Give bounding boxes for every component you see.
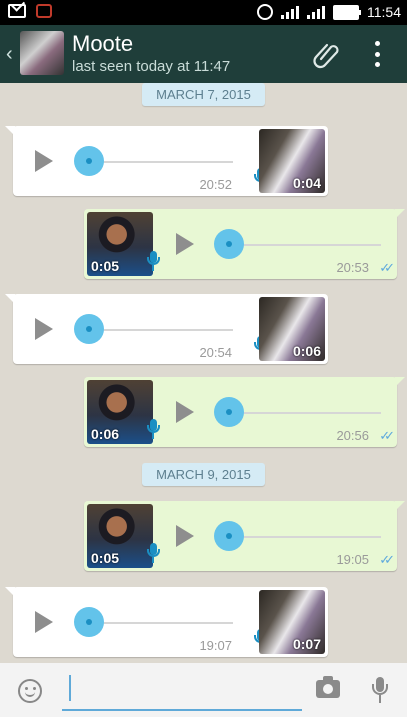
- status-bar: 11:54: [0, 0, 407, 25]
- play-icon[interactable]: [176, 525, 194, 547]
- chat-header: ‹ Moote last seen today at 11:47: [0, 25, 407, 83]
- voice-duration: 0:07: [292, 636, 321, 652]
- voice-message-incoming[interactable]: 20:54 0:06: [5, 294, 328, 364]
- message-time: 20:53: [336, 260, 369, 275]
- play-icon[interactable]: [35, 611, 53, 633]
- seek-track[interactable]: [226, 412, 381, 414]
- message-time: 20:54: [199, 345, 232, 360]
- play-icon[interactable]: [35, 150, 53, 172]
- overflow-menu-icon[interactable]: [372, 41, 382, 67]
- sender-thumbnail: 0:07: [259, 590, 325, 654]
- voice-duration: 0:04: [292, 175, 321, 191]
- message-time: 20:56: [336, 428, 369, 443]
- voice-message-outgoing[interactable]: 0:05 19:05 ✓✓: [84, 501, 405, 571]
- voice-message-outgoing[interactable]: 0:06 20:56 ✓✓: [84, 377, 405, 447]
- text-cursor: [69, 675, 71, 701]
- contact-name[interactable]: Moote: [72, 31, 133, 57]
- signal-icon: [281, 5, 299, 19]
- alarm-icon: [257, 4, 273, 20]
- date-chip: MARCH 7, 2015: [0, 83, 407, 106]
- voice-duration: 0:05: [91, 258, 120, 274]
- battery-icon: [333, 4, 361, 20]
- camera-icon[interactable]: [316, 676, 340, 698]
- message-input[interactable]: [62, 671, 302, 711]
- message-time: 19:05: [336, 552, 369, 567]
- avatar[interactable]: [20, 31, 64, 75]
- voice-message-outgoing[interactable]: 0:05 20:53 ✓✓: [84, 209, 405, 279]
- screen-record-icon: [36, 4, 52, 18]
- back-arrow-icon[interactable]: ‹: [6, 43, 13, 66]
- compose-bar: [0, 663, 407, 717]
- sender-thumbnail: 0:05: [87, 504, 153, 568]
- voice-message-incoming[interactable]: 19:07 0:07: [5, 587, 328, 657]
- mail-icon: [8, 4, 26, 18]
- sender-thumbnail: 0:04: [259, 129, 325, 193]
- voice-duration: 0:05: [91, 550, 120, 566]
- sender-thumbnail: 0:06: [87, 380, 153, 444]
- seek-track[interactable]: [83, 622, 233, 624]
- message-time: 19:07: [199, 638, 232, 653]
- play-icon[interactable]: [176, 401, 194, 423]
- seek-knob[interactable]: [214, 397, 244, 427]
- message-time: 20:52: [199, 177, 232, 192]
- last-seen: last seen today at 11:47: [72, 58, 231, 75]
- seek-knob[interactable]: [74, 314, 104, 344]
- clock: 11:54: [367, 4, 401, 20]
- sender-thumbnail: 0:05: [87, 212, 153, 276]
- seek-track[interactable]: [226, 244, 381, 246]
- seek-knob[interactable]: [214, 521, 244, 551]
- play-icon[interactable]: [35, 318, 53, 340]
- emoji-icon[interactable]: [18, 679, 42, 703]
- seek-knob[interactable]: [74, 146, 104, 176]
- voice-duration: 0:06: [292, 343, 321, 359]
- voice-duration: 0:06: [91, 426, 120, 442]
- double-check-icon: ✓✓: [379, 552, 395, 567]
- play-icon[interactable]: [176, 233, 194, 255]
- seek-knob[interactable]: [74, 607, 104, 637]
- seek-track[interactable]: [83, 161, 233, 163]
- sender-thumbnail: 0:06: [259, 297, 325, 361]
- date-chip: MARCH 9, 2015: [0, 463, 407, 486]
- microphone-icon: [147, 419, 160, 441]
- signal-icon: [307, 5, 325, 19]
- seek-track[interactable]: [83, 329, 233, 331]
- paperclip-icon[interactable]: [312, 39, 342, 69]
- voice-message-incoming[interactable]: 20:52 0:04: [5, 126, 328, 196]
- seek-knob[interactable]: [214, 229, 244, 259]
- microphone-icon[interactable]: [372, 677, 388, 705]
- message-list[interactable]: MARCH 7, 2015 20:52 0:04 0:05 20:53 ✓✓ 2…: [0, 83, 407, 663]
- seek-track[interactable]: [226, 536, 381, 538]
- microphone-icon: [147, 251, 160, 273]
- microphone-icon: [147, 543, 160, 565]
- double-check-icon: ✓✓: [379, 260, 395, 275]
- double-check-icon: ✓✓: [379, 428, 395, 443]
